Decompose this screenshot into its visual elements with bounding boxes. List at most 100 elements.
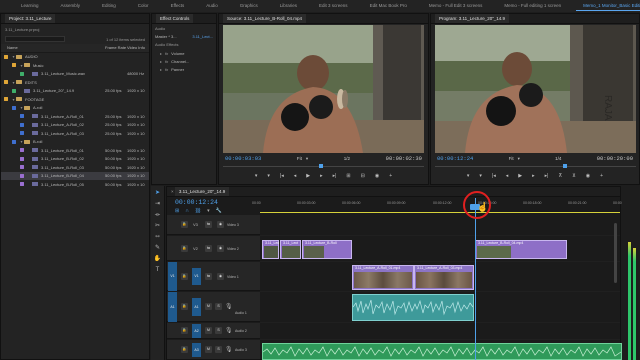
disclosure-triangle-icon[interactable]: ▸ xyxy=(160,51,162,56)
timeline-clip-v2[interactable]: 3.11_Lecture_B-Roll xyxy=(302,240,352,259)
chevron-down-icon[interactable]: ▾ xyxy=(518,156,520,162)
fx-badge-icon[interactable]: fx xyxy=(165,51,168,56)
mark-out-icon[interactable]: ▾ xyxy=(479,173,482,179)
program-playhead[interactable] xyxy=(563,164,567,168)
eye-icon[interactable]: ◉ xyxy=(217,273,224,280)
label-color-chip[interactable] xyxy=(20,148,24,153)
project-item-row[interactable]: ▾ EDITS xyxy=(1,78,149,87)
label-color-chip[interactable] xyxy=(20,156,24,161)
workspace-tab[interactable]: Color xyxy=(127,0,160,12)
workspace-tab[interactable]: Editing xyxy=(91,0,127,12)
label-color-chip[interactable] xyxy=(4,80,8,85)
label-color-chip[interactable] xyxy=(4,54,8,59)
source-monitor-tab[interactable]: Source: 3.11_Lecture_B-Roll_04.mp4 xyxy=(223,14,306,23)
disclosure-triangle-icon[interactable]: ▸ xyxy=(160,67,162,72)
label-color-chip[interactable] xyxy=(4,97,8,102)
project-item-row[interactable]: 3.11_Lecture_Music.wav 48000 Hz xyxy=(1,70,149,79)
project-item-row[interactable]: ▾ Music xyxy=(1,61,149,70)
source-resolution-select[interactable]: 1/2 xyxy=(344,156,350,161)
slip-tool-icon[interactable]: ⇿ xyxy=(154,233,162,241)
step-forward-icon[interactable]: ▸ xyxy=(532,173,535,179)
solo-icon[interactable]: S xyxy=(215,303,222,310)
source-current-timecode[interactable]: 00:00:03:03 xyxy=(225,155,261,162)
extract-icon[interactable]: ⊻ xyxy=(572,173,576,179)
source-patch-a1[interactable]: A1 xyxy=(168,292,177,322)
lock-icon[interactable]: 🔒 xyxy=(181,346,188,353)
timeline-settings-icon[interactable]: 🔧 xyxy=(216,208,222,214)
eye-icon[interactable]: ◉ xyxy=(217,245,224,252)
track-label-v3[interactable]: V3 xyxy=(193,222,198,227)
timeline-clip-v2-selected[interactable]: 3.11_Lecture_B-Roll_04.mp4 xyxy=(475,240,567,259)
sync-lock-icon[interactable]: ⇆ xyxy=(205,273,212,280)
work-area-bar[interactable] xyxy=(260,212,620,213)
project-item-row[interactable]: 3.11_Lecture_B-Roll_04 50.00 fps 1920 x 10 xyxy=(1,171,149,180)
label-color-chip[interactable] xyxy=(20,131,24,136)
add-button-icon[interactable]: + xyxy=(600,173,603,179)
razor-tool-icon[interactable]: ✂ xyxy=(154,222,162,230)
timeline-scrollbar[interactable] xyxy=(614,223,617,283)
program-resolution-select[interactable]: 1/4 xyxy=(555,156,561,161)
timeline-clip-v2[interactable]: 3.11_Lec xyxy=(262,240,279,259)
workspace-tab[interactable]: Assembly xyxy=(50,0,92,12)
source-zoom-select[interactable]: Fit xyxy=(297,156,302,161)
col-frame-rate[interactable]: Frame Rate xyxy=(105,45,126,50)
label-color-chip[interactable] xyxy=(20,173,24,178)
nest-toggle-icon[interactable]: ⊞ xyxy=(175,208,179,214)
go-to-out-icon[interactable]: ▸| xyxy=(333,173,337,179)
play-icon[interactable]: ▶ xyxy=(306,173,310,179)
project-item-row[interactable]: ▾ A-roll xyxy=(1,104,149,113)
label-color-chip[interactable] xyxy=(20,71,24,76)
hand-tool-icon[interactable]: ✋ xyxy=(154,255,162,263)
workspace-tab[interactable]: Memo - Full editing 1 screen xyxy=(493,0,572,12)
mute-icon[interactable]: M xyxy=(205,303,212,310)
workspace-tab[interactable]: Learning xyxy=(10,0,50,12)
project-item-row[interactable]: 3.11_Lecture_B-Roll_05 50.00 fps 1920 x 10 xyxy=(1,180,149,189)
program-time-ruler[interactable] xyxy=(435,164,636,168)
project-item-row[interactable]: 3.11_Lecture_A-Roll_03 25.00 fps 1920 x 10 xyxy=(1,129,149,138)
fx-badge-icon[interactable]: fx xyxy=(165,67,168,72)
project-item-row[interactable]: 3.11_Lecture_A-Roll_02 25.00 fps 1920 x 10 xyxy=(1,121,149,130)
timeline-clip-v1[interactable]: 3.11_Lecture_A-Roll_03.mp4 xyxy=(414,265,474,290)
label-color-chip[interactable] xyxy=(20,165,24,170)
go-to-in-icon[interactable]: |◂ xyxy=(492,173,496,179)
timeline-audio-clip-a1[interactable] xyxy=(352,294,474,321)
export-frame-icon[interactable]: ◉ xyxy=(586,173,590,179)
step-forward-icon[interactable]: ▸ xyxy=(320,173,323,179)
lift-icon[interactable]: ⊼ xyxy=(558,173,562,179)
master-clip-label[interactable]: Master * 3... xyxy=(155,34,177,39)
ripple-edit-tool-icon[interactable]: ⟛ xyxy=(154,211,162,219)
workspace-tab[interactable]: Libraries xyxy=(269,0,308,12)
overwrite-icon[interactable]: ⊟ xyxy=(361,173,365,179)
insert-icon[interactable]: ⊞ xyxy=(346,173,350,179)
fx-badge-icon[interactable]: fx xyxy=(165,59,168,64)
mark-in-icon[interactable]: ▾ xyxy=(255,173,258,179)
snap-icon[interactable]: ∩ xyxy=(185,208,189,214)
sync-lock-icon[interactable]: ⇆ xyxy=(205,245,212,252)
sequence-tab[interactable]: 3.11_Lecture_20"_14.9 xyxy=(174,187,230,196)
workspace-tab[interactable]: Edit Mac Book Pro xyxy=(359,0,418,12)
source-time-ruler[interactable] xyxy=(223,164,424,168)
workspace-tab[interactable]: Memo - Full Edit 3 screens xyxy=(418,0,494,12)
label-color-chip[interactable] xyxy=(12,88,16,93)
close-icon[interactable]: × xyxy=(171,189,174,194)
project-search-input[interactable] xyxy=(5,36,65,42)
add-button-icon[interactable]: + xyxy=(389,173,392,179)
project-item-row[interactable]: 3.11_Lecture_B-Roll_03 50.00 fps 1920 x 10 xyxy=(1,163,149,172)
workspace-tab[interactable]: Memo_1 Monitor_Basic Editing xyxy=(572,0,640,12)
mark-out-icon[interactable]: ▾ xyxy=(267,173,270,179)
go-to-in-icon[interactable]: |◂ xyxy=(280,173,284,179)
project-item-row[interactable]: ▾ FOOTAGE xyxy=(1,95,149,104)
mark-in-icon[interactable]: ▾ xyxy=(467,173,470,179)
selection-tool-icon[interactable]: ➤ xyxy=(154,189,162,197)
track-select-tool-icon[interactable]: ⇥ xyxy=(154,200,162,208)
track-label-a3[interactable]: A3 xyxy=(192,343,201,357)
workspace-tab[interactable]: Audio xyxy=(195,0,229,12)
add-marker-icon[interactable]: ▾ xyxy=(207,208,210,214)
project-tab[interactable]: Project: 3.11_Lecture xyxy=(5,14,56,23)
source-playhead[interactable] xyxy=(319,164,323,168)
label-color-chip[interactable] xyxy=(12,139,16,144)
project-item-row[interactable]: 3.11_Lecture_B-Roll_01 50.00 fps 1920 x 10 xyxy=(1,146,149,155)
label-color-chip[interactable] xyxy=(20,122,24,127)
project-item-row[interactable]: ▾ AUDIO xyxy=(1,53,149,62)
project-item-row[interactable]: 3.11_Lecture_20"_14.9 25.00 fps 1920 x 10 xyxy=(1,87,149,96)
